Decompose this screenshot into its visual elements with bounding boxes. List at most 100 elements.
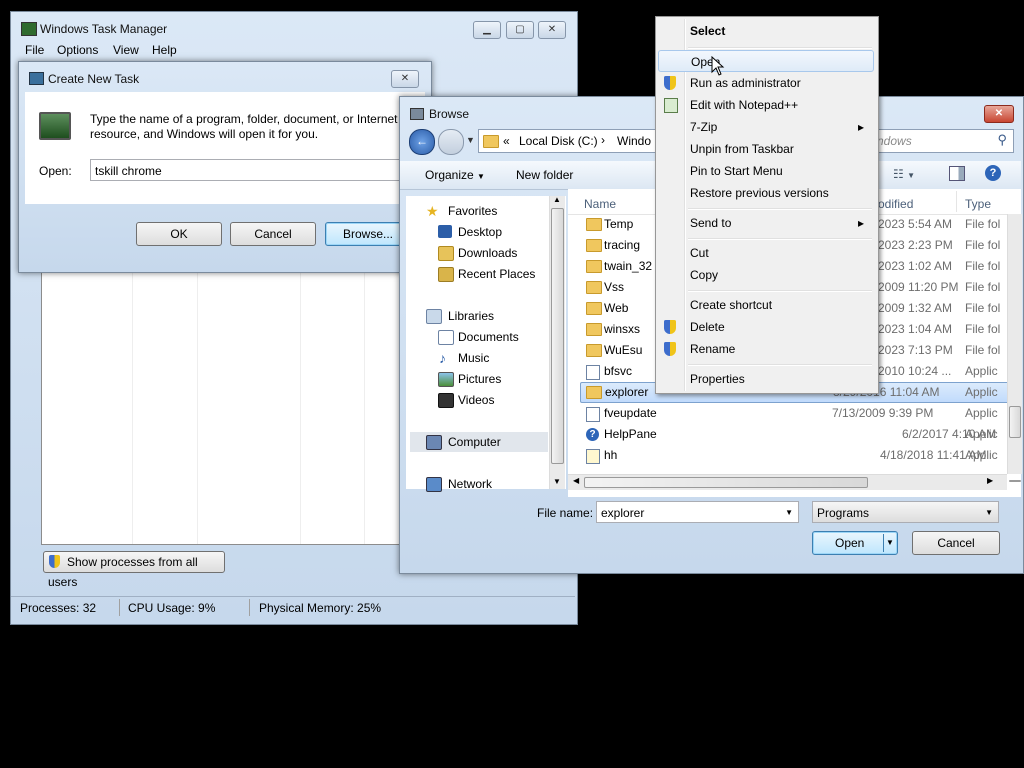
- menu-item-label: Edit with Notepad++: [690, 98, 799, 112]
- status-divider: [249, 599, 250, 616]
- close-button[interactable]: ✕: [391, 70, 419, 88]
- nav-computer[interactable]: Computer: [410, 432, 548, 452]
- file-name: HelpPane: [604, 427, 657, 441]
- scroll-right-icon[interactable]: ▶: [987, 476, 993, 485]
- file-list-hscrollbar[interactable]: ◀ ▶: [568, 474, 1007, 490]
- show-processes-button[interactable]: Show processes from all users: [43, 551, 225, 589]
- forward-button[interactable]: [438, 129, 464, 155]
- menu-item-properties[interactable]: Properties: [658, 368, 874, 390]
- menu-item-edit-notepad[interactable]: Edit with Notepad++: [658, 94, 874, 116]
- scroll-down-icon[interactable]: ▼: [553, 477, 561, 486]
- column-type[interactable]: Type: [965, 197, 991, 211]
- application-icon: [586, 407, 600, 422]
- folder-icon: [586, 323, 602, 336]
- file-list-vscrollbar[interactable]: [1007, 214, 1022, 482]
- menu-item-unpin-taskbar[interactable]: Unpin from Taskbar: [658, 138, 874, 160]
- close-button[interactable]: ✕: [984, 105, 1014, 123]
- explorer-icon: [586, 386, 602, 399]
- file-list-vscrollbar-thumb[interactable]: [1009, 406, 1021, 438]
- breadcrumb-windows[interactable]: Windo: [617, 134, 651, 148]
- menu-item-run-as-admin[interactable]: Run as administrator: [658, 72, 874, 94]
- scroll-up-icon[interactable]: ▲: [553, 195, 561, 204]
- menu-item-label: Cut: [690, 246, 709, 260]
- open-field[interactable]: tskill chrome: [90, 159, 415, 181]
- split-divider: [883, 534, 884, 552]
- breadcrumb-local-disk[interactable]: Local Disk (C:): [519, 134, 598, 148]
- file-date: 2023 1:02 AM: [878, 259, 953, 273]
- nav-pictures-label: Pictures: [458, 372, 502, 386]
- submenu-arrow-icon: ▸: [857, 216, 864, 230]
- folder-icon: [586, 239, 602, 252]
- nav-scrollbar-thumb[interactable]: [551, 208, 564, 464]
- nav-downloads-label: Downloads: [458, 246, 518, 260]
- maximize-button[interactable]: ▢: [506, 21, 534, 39]
- file-date: 2010 10:24 ...: [878, 364, 952, 378]
- menu-item-copy[interactable]: Copy: [658, 264, 874, 286]
- videos-icon: [438, 393, 454, 408]
- create-task-body: Type the name of a program, folder, docu…: [25, 92, 425, 204]
- menu-item-restore-versions[interactable]: Restore previous versions: [658, 182, 874, 204]
- menu-help[interactable]: Help: [152, 43, 177, 57]
- chevron-down-icon[interactable]: ▼: [886, 532, 894, 554]
- scroll-left-icon[interactable]: ◀: [573, 476, 579, 485]
- search-box[interactable]: ndows ⚲: [870, 129, 1014, 153]
- menu-item-label: Run as administrator: [690, 76, 801, 90]
- menu-item-label: Delete: [690, 320, 725, 334]
- menu-item-delete[interactable]: Delete: [658, 316, 874, 338]
- column-divider: [956, 191, 957, 212]
- open-button-label: Open: [835, 536, 865, 550]
- column-name[interactable]: Name: [584, 197, 616, 211]
- help-icon[interactable]: ?: [985, 165, 1001, 181]
- menu-view[interactable]: View: [113, 43, 139, 57]
- organize-button[interactable]: Organize ▼: [425, 168, 485, 182]
- file-list-vscrollbar-thumb[interactable]: [1009, 480, 1021, 482]
- close-button[interactable]: ✕: [538, 21, 566, 39]
- new-folder-button[interactable]: New folder: [516, 168, 573, 182]
- cancel-button[interactable]: Cancel: [230, 222, 316, 246]
- breadcrumb-overflow[interactable]: «: [503, 134, 510, 148]
- chevron-down-icon[interactable]: ▼: [466, 135, 475, 145]
- nav-libraries-label: Libraries: [448, 309, 495, 323]
- file-row[interactable]: ? HelpPane 6/2/2017 4:10 AM Applic: [568, 424, 998, 445]
- menu-item-label: Create shortcut: [690, 298, 773, 312]
- cancel-button[interactable]: Cancel: [912, 531, 1000, 555]
- file-row[interactable]: fveupdate 7/13/2009 9:39 PM Applic: [568, 403, 998, 424]
- menu-item-create-shortcut[interactable]: Create shortcut: [658, 294, 874, 316]
- navigation-pane: ★ Favorites Desktop Downloads Recent Pla…: [406, 195, 566, 492]
- open-split-button[interactable]: Open ▼: [812, 531, 898, 555]
- column-divider: [300, 271, 301, 544]
- address-bar[interactable]: « Local Disk (C:) › Windo: [478, 129, 660, 153]
- menu-item-open[interactable]: Open: [658, 50, 874, 72]
- menu-item-select[interactable]: Select: [658, 20, 874, 42]
- network-icon: [426, 477, 442, 492]
- menu-file[interactable]: File: [25, 43, 44, 57]
- shield-icon: [664, 342, 676, 356]
- menu-item-7zip[interactable]: 7-Zip ▸: [658, 116, 874, 138]
- back-button[interactable]: ←: [409, 129, 435, 155]
- filetype-select[interactable]: Programs ▼: [812, 501, 999, 523]
- process-list[interactable]: [41, 270, 423, 545]
- libraries-icon: [426, 309, 442, 324]
- browse-icon: [410, 108, 424, 120]
- file-row[interactable]: hh 4/18/2018 11:41 AM Applic: [568, 445, 998, 466]
- filename-field[interactable]: explorer ▼: [596, 501, 799, 523]
- file-list-hscrollbar-thumb[interactable]: [584, 477, 868, 488]
- menu-item-cut[interactable]: Cut: [658, 242, 874, 264]
- menu-options[interactable]: Options: [57, 43, 98, 57]
- menu-item-pin-start[interactable]: Pin to Start Menu: [658, 160, 874, 182]
- menu-item-send-to[interactable]: Send to ▸: [658, 212, 874, 234]
- computer-icon: [426, 435, 442, 450]
- file-type: Applic: [965, 364, 998, 378]
- column-divider: [132, 271, 133, 544]
- menu-item-rename[interactable]: Rename: [658, 338, 874, 360]
- minimize-button[interactable]: ▁: [473, 21, 501, 39]
- nav-scrollbar[interactable]: ▲ ▼: [549, 195, 565, 489]
- menu-item-label: Restore previous versions: [690, 186, 829, 200]
- folder-icon: [586, 218, 602, 231]
- preview-pane-icon[interactable]: [949, 166, 965, 181]
- search-placeholder: ndows: [877, 134, 912, 148]
- view-options-icon[interactable]: ☷ ▼: [893, 167, 915, 181]
- chevron-down-icon[interactable]: ▼: [785, 502, 793, 524]
- ok-button[interactable]: OK: [136, 222, 222, 246]
- column-modified[interactable]: odified: [878, 197, 913, 211]
